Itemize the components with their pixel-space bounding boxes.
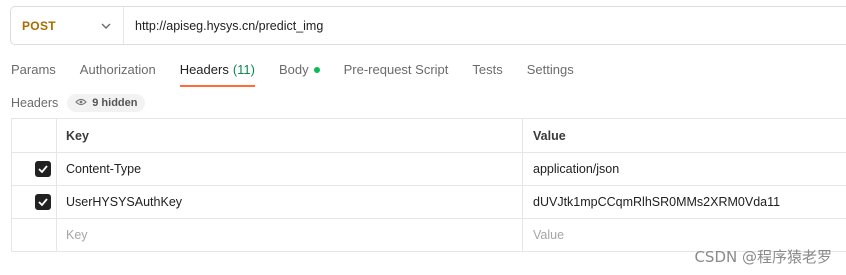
row-value[interactable]: application/json [523, 153, 846, 185]
row-value[interactable]: dUVJtk1mpCCqmRlhSR0MMs2XRM0Vda11 [523, 186, 846, 218]
tab-settings[interactable]: Settings [527, 58, 574, 84]
hidden-headers-toggle[interactable]: 9 hidden [67, 94, 146, 112]
header-check-cell [12, 119, 57, 152]
watermark: CSDN @程序猿老罗 [694, 248, 832, 266]
table-header-row: Key Value [12, 119, 846, 153]
body-status-dot [313, 67, 320, 73]
row-checkbox[interactable] [35, 194, 51, 210]
row-key[interactable]: Content-Type [57, 153, 523, 185]
headers-section-label: Headers [11, 96, 59, 110]
tab-headers[interactable]: Headers (11) [179, 58, 256, 87]
check-icon [38, 198, 48, 206]
headers-table: Key Value Content-Type application/json … [11, 118, 846, 252]
headers-section-header: Headers 9 hidden [11, 93, 146, 113]
check-icon [38, 165, 48, 173]
column-header-value: Value [533, 128, 566, 143]
method-label: POST [22, 18, 56, 33]
row-checkbox[interactable] [35, 161, 51, 177]
url-input[interactable]: http://apiseg.hysys.cn/predict_img [124, 19, 323, 33]
row-key[interactable]: UserHYSYSAuthKey [57, 186, 523, 218]
tab-tests[interactable]: Tests [472, 58, 502, 84]
method-select[interactable]: POST [11, 7, 124, 44]
table-row: UserHYSYSAuthKey dUVJtk1mpCCqmRlhSR0MMs2… [12, 186, 846, 219]
hidden-headers-text: 9 hidden [92, 97, 138, 109]
column-header-key: Key [57, 119, 523, 152]
tab-pre-request-script[interactable]: Pre-request Script [344, 58, 449, 84]
tab-body[interactable]: Body [279, 58, 320, 84]
chevron-down-icon [101, 23, 111, 29]
tab-authorization[interactable]: Authorization [80, 58, 156, 84]
tab-headers-label: Headers [179, 62, 229, 77]
tab-headers-count: (11) [232, 62, 255, 77]
table-row: Content-Type application/json [12, 153, 846, 186]
request-tabs: Params Authorization Headers (11) Body P… [11, 58, 598, 88]
eye-icon [75, 97, 92, 109]
tab-params[interactable]: Params [11, 58, 56, 84]
request-bar: POST http://apiseg.hysys.cn/predict_img [10, 6, 846, 45]
new-key-input[interactable]: Key [57, 219, 523, 251]
